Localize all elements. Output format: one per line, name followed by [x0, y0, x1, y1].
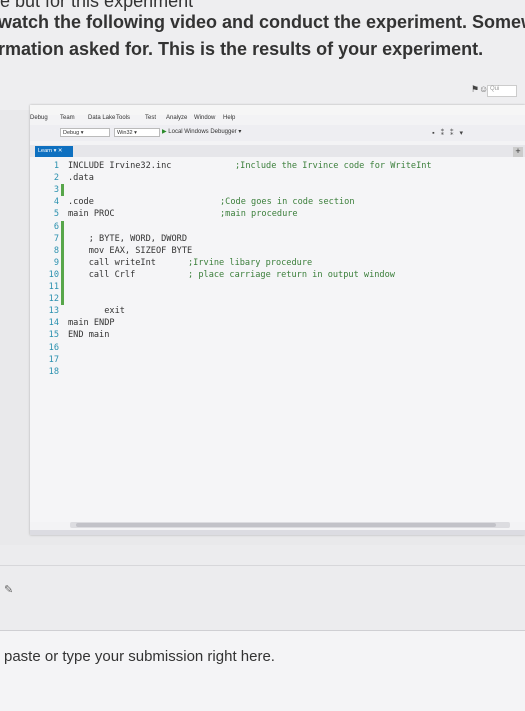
play-icon: ▶	[162, 129, 167, 135]
line-number: 11	[48, 282, 59, 292]
code-comment: ;Include the Irvince code for WriteInt	[235, 161, 432, 171]
code-comment: ;main procedure	[220, 209, 298, 220]
config-value: Debug	[63, 130, 80, 136]
submission-area: ✎ paste or type your submission right he…	[0, 545, 525, 711]
menu-item[interactable]: Team	[60, 115, 75, 121]
platform-dropdown[interactable]: Win32 ▾	[114, 128, 160, 137]
change-marker	[61, 281, 64, 293]
feedback-icon[interactable]: ☺	[479, 84, 488, 94]
change-marker	[61, 244, 64, 257]
instruction-line-1: watch the following video and conduct th…	[0, 12, 525, 32]
code-text: .code	[68, 197, 94, 208]
code-comment: ;Code goes in code section	[220, 197, 355, 208]
line-number: 17	[48, 354, 59, 365]
platform-value: Win32	[117, 130, 133, 136]
line-number: 7	[53, 233, 59, 244]
line-number: 13	[48, 306, 59, 317]
horizontal-scrollbar[interactable]	[70, 522, 510, 528]
code-comment: ;Irvine libary procedure	[188, 257, 313, 268]
toolbar-icons[interactable]: ▪ ⁑ ⁑ ▾	[432, 129, 465, 137]
code-line[interactable]: 17	[30, 354, 510, 366]
submission-placeholder[interactable]: paste or type your submission right here…	[4, 648, 275, 665]
code-line[interactable]: 11	[30, 281, 510, 293]
code-line[interactable]: 5 main PROC ;main procedure	[30, 208, 510, 220]
menu-bar: Debug Team Data Lake Tools Test Analyze Window…	[30, 113, 525, 125]
tab-label: Learn	[38, 148, 53, 154]
line-number: 9	[53, 257, 59, 268]
code-line[interactable]: 15 END main	[30, 329, 510, 341]
line-number: 4	[53, 197, 59, 208]
line-number: 18	[48, 366, 59, 377]
code-text: INCLUDE Irvine32.inc	[68, 161, 172, 171]
menu-item[interactable]: Help	[223, 115, 235, 121]
assignment-instructions: e but for this experiment watch the foll…	[0, 0, 525, 110]
code-line[interactable]: 12	[30, 293, 510, 306]
menu-item[interactable]: Test	[145, 115, 156, 121]
change-marker	[61, 268, 64, 281]
config-dropdown[interactable]: Debug ▾	[60, 128, 110, 137]
submission-textbox[interactable]	[0, 630, 525, 711]
code-line[interactable]: 13 exit	[30, 305, 510, 317]
menu-item[interactable]: Debug	[30, 115, 48, 121]
code-text: mov EAX, SIZEOF BYTE	[68, 245, 193, 256]
line-number: 15	[48, 330, 59, 341]
code-line[interactable]: 8 mov EAX, SIZEOF BYTE	[30, 244, 510, 257]
code-comment: ; place carriage return in output window	[188, 269, 395, 280]
pencil-icon: ✎	[4, 584, 14, 596]
change-marker	[61, 232, 64, 245]
code-text: call writeInt	[68, 257, 156, 268]
scrollbar-thumb[interactable]	[76, 523, 496, 527]
menu-item[interactable]: Window	[194, 115, 215, 121]
code-text: exit	[68, 306, 125, 317]
start-debugger-button[interactable]: ▶ Local Windows Debugger ▾	[162, 128, 241, 137]
code-line[interactable]: 18	[30, 366, 510, 378]
line-number: 5	[53, 209, 59, 220]
run-label: Local Windows Debugger	[168, 129, 237, 135]
line-number: 3	[53, 185, 59, 196]
code-line[interactable]: 14 main ENDP	[30, 317, 510, 329]
visual-studio-screenshot: ⚑ ☺ Qui Debug Team Data Lake Tools Test Analy…	[30, 84, 525, 535]
change-marker	[61, 293, 64, 306]
menu-item[interactable]: Data Lake	[88, 115, 115, 121]
line-number: 12	[48, 294, 59, 305]
change-marker	[61, 256, 64, 269]
code-line[interactable]: 2 .data	[30, 172, 510, 184]
line-number: 1	[53, 161, 59, 171]
code-line[interactable]: 1 INCLUDE Irvine32.inc ;Include the Irvinc…	[30, 160, 510, 172]
code-line[interactable]: 7 ; BYTE, WORD, DWORD	[30, 232, 510, 245]
code-line[interactable]: 16	[30, 342, 510, 354]
menu-item[interactable]: Analyze	[166, 115, 187, 121]
code-line[interactable]: 6	[30, 220, 510, 233]
toolbar: Debug ▾ Win32 ▾ ▶ Local Windows Debugger…	[30, 125, 525, 141]
code-text: END main	[68, 330, 110, 341]
code-line[interactable]: 9 call writeInt ;Irvine libary procedure	[30, 256, 510, 269]
flag-icon[interactable]: ⚑	[471, 84, 479, 94]
code-text: ; BYTE, WORD, DWORD	[68, 233, 187, 244]
line-number: 6	[53, 221, 59, 232]
code-text: call Crlf	[68, 269, 136, 280]
code-text: .data	[68, 173, 94, 184]
status-bar	[30, 530, 525, 535]
quick-launch-input[interactable]: Qui	[487, 85, 517, 97]
code-line[interactable]: 4 .code ;Code goes in code section	[30, 196, 510, 208]
divider	[0, 565, 525, 566]
code-text: main ENDP	[68, 318, 115, 329]
line-number: 16	[48, 342, 59, 353]
menu-item[interactable]: Tools	[116, 115, 130, 121]
code-line[interactable]: 3	[30, 184, 510, 197]
line-number: 10	[48, 269, 59, 280]
line-number: 8	[53, 245, 59, 256]
tab-learn[interactable]: Learn ▾ ✕	[35, 146, 73, 157]
code-text: main PROC	[68, 209, 115, 220]
instruction-line-2: rmation asked for. This is the results o…	[0, 39, 484, 59]
line-number: 14	[48, 318, 59, 329]
cut-off-text: e but for this experiment	[0, 0, 194, 11]
line-number: 2	[53, 173, 59, 184]
plus-icon[interactable]: +	[513, 147, 523, 157]
code-editor[interactable]: 1 INCLUDE Irvine32.inc ;Include the Irvinc…	[30, 157, 525, 522]
change-marker	[61, 184, 64, 197]
document-tabs: Learn ▾ ✕ +	[30, 145, 525, 157]
change-marker	[61, 220, 64, 233]
code-line[interactable]: 10 call Crlf ; place carriage return in o…	[30, 268, 510, 281]
